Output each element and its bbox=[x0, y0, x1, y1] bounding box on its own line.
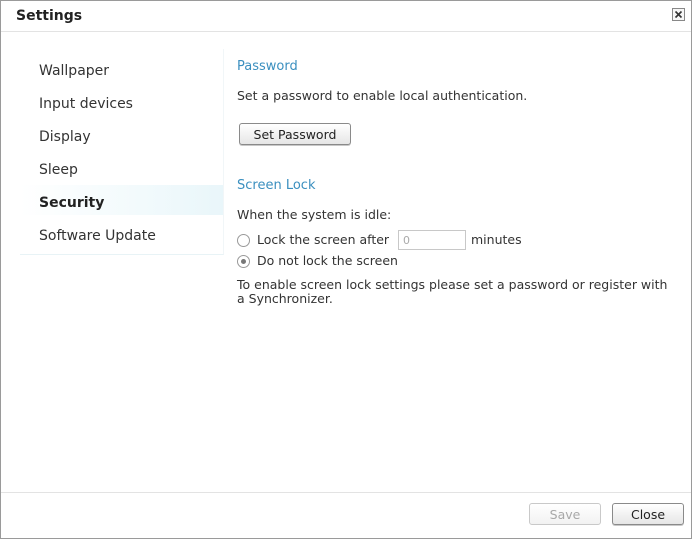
sidebar-item-security[interactable]: Security bbox=[20, 185, 223, 215]
sidebar-item-display[interactable]: Display bbox=[20, 119, 223, 149]
close-x-glyph bbox=[674, 10, 683, 19]
sidebar-item-input-devices[interactable]: Input devices bbox=[20, 86, 223, 116]
dialog-title: Settings bbox=[16, 8, 83, 24]
password-description: Set a password to enable local authentic… bbox=[237, 88, 528, 103]
screen-lock-note-line2: a Synchronizer. bbox=[237, 291, 333, 306]
lock-after-radio[interactable] bbox=[237, 234, 250, 247]
sidebar-item-label: Input devices bbox=[39, 96, 133, 112]
idle-label: When the system is idle: bbox=[237, 207, 392, 222]
screen-lock-section-title: Screen Lock bbox=[237, 178, 316, 193]
close-icon[interactable] bbox=[672, 8, 685, 21]
lock-minutes-input[interactable] bbox=[398, 230, 466, 250]
sidebar-item-label: Wallpaper bbox=[39, 63, 110, 79]
set-password-button[interactable]: Set Password bbox=[239, 123, 351, 145]
sidebar-item-wallpaper[interactable]: Wallpaper bbox=[20, 53, 223, 83]
save-button[interactable]: Save bbox=[529, 503, 601, 525]
sidebar-item-label: Security bbox=[39, 195, 105, 211]
close-button[interactable]: Close bbox=[612, 503, 684, 525]
settings-sidebar: Wallpaper Input devices Display Sleep Se… bbox=[20, 49, 224, 255]
sidebar-item-sleep[interactable]: Sleep bbox=[20, 152, 223, 182]
lock-after-label: Lock the screen after bbox=[257, 232, 390, 247]
sidebar-item-software-update[interactable]: Software Update bbox=[20, 218, 223, 248]
no-lock-radio[interactable] bbox=[237, 255, 250, 268]
password-section-title: Password bbox=[237, 59, 298, 74]
sidebar-item-label: Display bbox=[39, 129, 91, 145]
screen-lock-note-line1: To enable screen lock settings please se… bbox=[237, 277, 668, 292]
radio-selected-dot bbox=[241, 259, 246, 264]
no-lock-label: Do not lock the screen bbox=[257, 253, 398, 268]
dialog-footer-divider bbox=[1, 492, 691, 493]
minutes-label: minutes bbox=[471, 232, 522, 247]
sidebar-item-label: Sleep bbox=[39, 162, 78, 178]
settings-dialog: Settings Wallpaper Input devices Display… bbox=[0, 0, 692, 539]
sidebar-item-label: Software Update bbox=[39, 228, 156, 244]
title-bar: Settings bbox=[1, 1, 691, 32]
